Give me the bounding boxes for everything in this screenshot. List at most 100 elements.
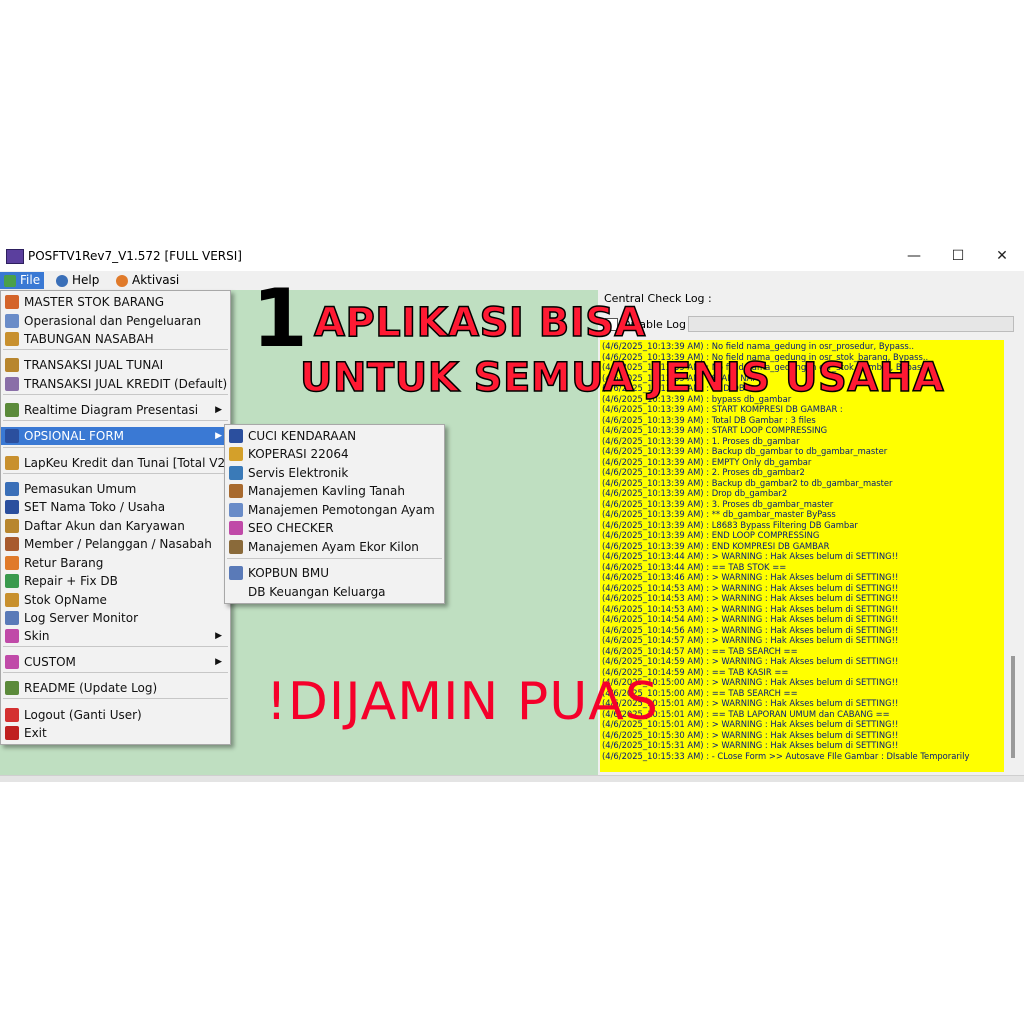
log-line: (4/6/2025_10:15:30 AM) : > WARNING : Hak… bbox=[602, 729, 899, 740]
menu-item-custom[interactable]: CUSTOM ▶ bbox=[1, 653, 230, 671]
log-line: (4/6/2025_10:13:39 AM) : Backup db_gamba… bbox=[602, 477, 893, 488]
log-line: (4/6/2025_10:14:54 AM) : > WARNING : Hak… bbox=[602, 614, 899, 624]
menu-item-readme[interactable]: README (Update Log) bbox=[1, 679, 230, 697]
menu-item-label: Operasional dan Pengeluaran bbox=[24, 314, 202, 328]
submenu-item-label: Manajemen Pemotongan Ayam bbox=[248, 503, 435, 517]
menu-file-label: File bbox=[20, 273, 41, 287]
master-stok-barang-icon bbox=[5, 295, 19, 309]
operasional-pengeluaran-icon bbox=[5, 314, 19, 328]
menu-item-transaksi-jual-tunai[interactable]: TRANSAKSI JUAL TUNAI bbox=[1, 356, 230, 374]
menu-item-log-server-monitor[interactable]: Log Server Monitor bbox=[1, 609, 230, 627]
log-line: (4/6/2025_10:13:39 AM) : 2. Proses db_ga… bbox=[602, 467, 805, 477]
submenu-item-servis-elektronik[interactable]: Servis Elektronik bbox=[225, 464, 444, 482]
submenu-item-kavling-tanah[interactable]: Manajemen Kavling Tanah bbox=[225, 482, 444, 500]
log-line: (4/6/2025_10:14:53 AM) : > WARNING : Hak… bbox=[602, 582, 899, 593]
submenu-item-pemotongan-ayam[interactable]: Manajemen Pemotongan Ayam bbox=[225, 501, 444, 519]
menu-item-master-stok-barang[interactable]: MASTER STOK BARANG bbox=[1, 293, 230, 311]
submenu-item-cuci-kendaraan[interactable]: CUCI KENDARAAN bbox=[225, 427, 444, 445]
submenu-item-label: KOPBUN BMU bbox=[248, 566, 330, 580]
menu-file[interactable]: File bbox=[0, 272, 45, 289]
menu-item-tabungan-nasabah[interactable]: TABUNGAN NASABAH bbox=[1, 330, 230, 348]
log-line: (4/6/2025_10:14:56 AM) : > WARNING : Hak… bbox=[602, 624, 899, 635]
submenu-item-ayam-ekor-kilon[interactable]: Manajemen Ayam Ekor Kilon bbox=[225, 538, 444, 556]
menu-aktivasi-label: Aktivasi bbox=[132, 273, 180, 287]
submenu-item-kopbun-bmu[interactable]: KOPBUN BMU bbox=[225, 564, 444, 582]
log-line: (4/6/2025_10:13:39 AM) : 3. Proses db_ga… bbox=[602, 498, 834, 509]
servis-elektronik-icon bbox=[229, 466, 243, 480]
menu-separator bbox=[3, 672, 228, 673]
log-line: (4/6/2025_10:13:39 AM) : Drop db_gambar2 bbox=[602, 488, 788, 498]
menu-separator bbox=[227, 558, 442, 559]
menu-item-set-nama-toko[interactable]: SET Nama Toko / Usaha bbox=[1, 498, 230, 516]
submenu-item-koperasi[interactable]: KOPERASI 22064 bbox=[225, 445, 444, 463]
close-button[interactable]: ✕ bbox=[992, 248, 1012, 264]
menu-item-member-pelanggan[interactable]: Member / Pelanggan / Nasabah bbox=[1, 535, 230, 553]
log-line: (4/6/2025_10:15:31 AM) : > WARNING : Hak… bbox=[602, 740, 899, 750]
menu-item-exit[interactable]: Exit bbox=[1, 724, 230, 742]
submenu-item-label: Manajemen Kavling Tanah bbox=[248, 484, 405, 498]
activation-icon bbox=[116, 274, 128, 287]
skin-icon bbox=[5, 629, 19, 643]
maximize-button[interactable]: ☐ bbox=[948, 248, 968, 264]
menu-item-label: OPSIONAL FORM bbox=[24, 429, 125, 443]
menu-item-label: Stok OpName bbox=[24, 593, 107, 607]
log-line: (4/6/2025_10:15:01 AM) : > WARNING : Hak… bbox=[602, 698, 899, 708]
menu-item-transaksi-jual-kredit[interactable]: TRANSAKSI JUAL KREDIT (Default) bbox=[1, 375, 230, 393]
readme-icon bbox=[5, 681, 19, 695]
log-line: (4/6/2025_10:13:44 AM) : == TAB STOK == bbox=[602, 561, 787, 572]
log-textarea[interactable]: (4/6/2025_10:13:39 AM) : No field nama_g… bbox=[600, 340, 1004, 772]
menu-help[interactable]: Help bbox=[52, 272, 103, 289]
log-line: (4/6/2025_10:13:39 AM) : START KOMPRESI … bbox=[602, 404, 843, 414]
menu-item-pemasukan-umum[interactable]: Pemasukan Umum bbox=[1, 480, 230, 498]
menu-item-operasional-pengeluaran[interactable]: Operasional dan Pengeluaran bbox=[1, 312, 230, 330]
transaksi-jual-tunai-icon bbox=[5, 358, 19, 372]
log-line: (4/6/2025_10:13:39 AM) : No field nama_g… bbox=[602, 341, 915, 351]
log-line: (4/6/2025_10:15:00 AM) : > WARNING : Hak… bbox=[602, 677, 899, 687]
app-icon bbox=[6, 249, 24, 264]
chevron-right-icon: ▶ bbox=[215, 631, 222, 641]
log-line: (4/6/2025_10:14:53 AM) : > WARNING : Hak… bbox=[602, 593, 899, 603]
logout-icon bbox=[5, 708, 19, 722]
log-line: (4/6/2025_10:13:39 AM) : Backup db_gamba… bbox=[602, 446, 888, 456]
daftar-akun-karyawan-icon bbox=[5, 519, 19, 533]
menu-item-label: Repair + Fix DB bbox=[24, 574, 118, 588]
menu-item-lapkeu-kredit-tunai[interactable]: LapKeu Kredit dan Tunai [Total V2] bbox=[1, 454, 230, 472]
menu-item-daftar-akun-karyawan[interactable]: Daftar Akun dan Karyawan bbox=[1, 517, 230, 535]
menu-item-opsional-form[interactable]: OPSIONAL FORM ▶ bbox=[1, 427, 230, 445]
submenu-item-seo-checker[interactable]: SEO CHECKER bbox=[225, 519, 444, 537]
menu-separator bbox=[3, 349, 228, 350]
promo-headline-2: UNTUK SEMUA JENIS USAHA bbox=[299, 354, 945, 402]
opsional-form-submenu: CUCI KENDARAAN KOPERASI 22064 Servis Elekt… bbox=[224, 424, 445, 604]
menu-item-label: Logout (Ganti User) bbox=[24, 708, 142, 722]
log-line: (4/6/2025_10:15:01 AM) : == TAB LAPORAN … bbox=[602, 708, 890, 719]
kavling-tanah-icon bbox=[229, 484, 243, 498]
menu-separator bbox=[3, 394, 228, 395]
menu-item-realtime-diagram[interactable]: Realtime Diagram Presentasi ▶ bbox=[1, 401, 230, 419]
menu-item-repair-fix-db[interactable]: Repair + Fix DB bbox=[1, 572, 230, 590]
opsional-form-icon bbox=[5, 429, 19, 443]
minimize-button[interactable]: — bbox=[904, 248, 924, 264]
menu-item-label: TRANSAKSI JUAL TUNAI bbox=[24, 358, 164, 372]
promo-guarantee: !DIJAMIN PUAS bbox=[266, 672, 659, 732]
log-line: (4/6/2025_10:13:39 AM) : EMPTY Only db_g… bbox=[602, 456, 812, 467]
submenu-item-db-keuangan-keluarga[interactable]: DB Keuangan Keluarga bbox=[225, 583, 444, 601]
log-line: (4/6/2025_10:15:00 AM) : == TAB SEARCH =… bbox=[602, 687, 798, 698]
realtime-diagram-icon bbox=[5, 403, 19, 417]
menu-item-label: LapKeu Kredit dan Tunai [Total V2] bbox=[24, 456, 230, 470]
log-line: (4/6/2025_10:13:44 AM) : > WARNING : Hak… bbox=[602, 551, 899, 561]
koperasi-icon bbox=[229, 447, 243, 461]
menu-item-label: Realtime Diagram Presentasi bbox=[24, 403, 199, 417]
window-title: POSFTV1Rev7_V1.572 [FULL VERSI] bbox=[28, 249, 242, 263]
menu-item-label: Member / Pelanggan / Nasabah bbox=[24, 537, 212, 551]
menu-aktivasi[interactable]: Aktivasi bbox=[112, 272, 183, 289]
menu-item-skin[interactable]: Skin ▶ bbox=[1, 627, 230, 645]
log-line: (4/6/2025_10:13:39 AM) : START LOOP COMP… bbox=[602, 425, 828, 435]
menu-item-stok-opname[interactable]: Stok OpName bbox=[1, 591, 230, 609]
db-keuangan-keluarga-icon bbox=[229, 585, 243, 599]
log-scroll-thumb[interactable] bbox=[1011, 656, 1015, 758]
member-pelanggan-icon bbox=[5, 537, 19, 551]
set-nama-toko-icon bbox=[5, 500, 19, 514]
menu-item-logout[interactable]: Logout (Ganti User) bbox=[1, 706, 230, 724]
menu-item-retur-barang[interactable]: Retur Barang bbox=[1, 554, 230, 572]
cuci-kendaraan-icon bbox=[229, 429, 243, 443]
